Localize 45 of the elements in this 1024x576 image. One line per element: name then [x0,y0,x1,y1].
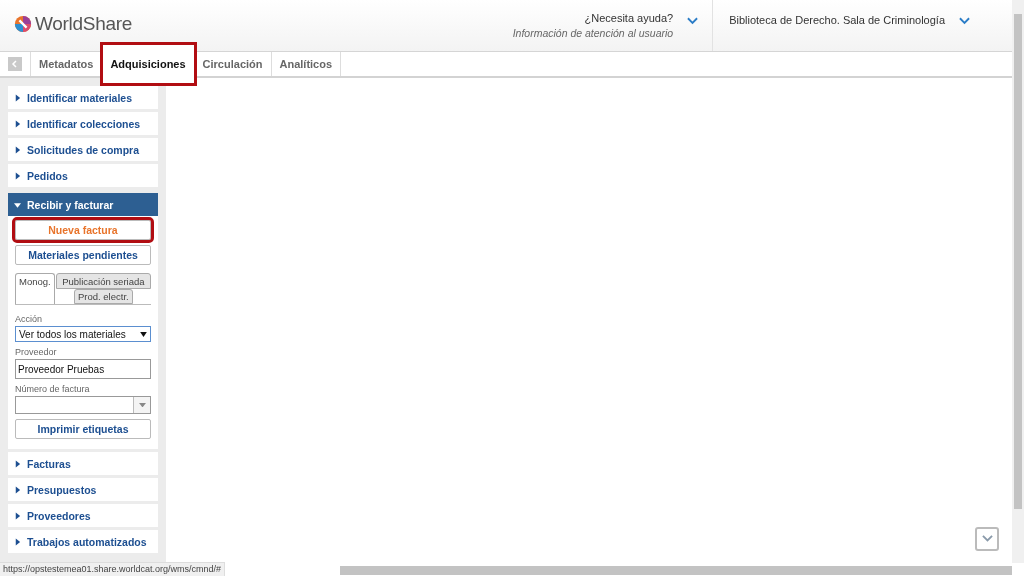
triangle-right-icon [14,145,21,154]
collapse-icon[interactable] [8,57,22,71]
print-labels-button[interactable]: Imprimir etiquetas [15,419,151,439]
institution-name[interactable]: Biblioteca de Derecho. Sala de Criminología [729,14,945,26]
field-label: Número de factura [15,383,91,395]
accordion-header[interactable]: Proveedores [8,504,158,527]
triangle-right-icon [14,119,21,128]
chevron-down-icon[interactable] [687,17,699,25]
vertical-scrollbar[interactable] [1012,0,1024,563]
tab[interactable]: Adquisiciones [102,44,195,84]
field-label: Acción [15,313,43,325]
chevron-down-icon[interactable] [959,17,970,25]
accordion-header[interactable]: Facturas [8,452,158,475]
accordion-header[interactable]: Pedidos [8,164,158,187]
help-subtitle: Información de atención al usuario [512,27,674,39]
chevron-down-icon [981,535,993,543]
triangle-right-icon [14,485,21,494]
logo-text: WorldShare [35,12,132,35]
help-link[interactable]: ¿Necesita ayuda? [584,12,674,24]
accordion-header[interactable]: Identificar colecciones [8,112,158,135]
tab[interactable]: Prod. electr. [74,289,133,304]
triangle-right-icon [14,93,21,102]
triangle-right-icon [14,459,21,468]
triangle-down-icon [14,200,21,209]
accordion-header[interactable]: Trabajos automatizados [8,530,158,553]
dropdown-arrow-icon [138,402,146,408]
tab[interactable]: Publicación seriada [55,273,151,289]
invoice-number-combobox[interactable] [15,396,151,414]
horizontal-scrollbar[interactable] [340,566,1012,575]
status-bar-url: https://opstestemea01.share.worldcat.org/wms/cmnd/# [0,562,226,576]
accordion-header[interactable]: Recibir y facturar [8,193,158,216]
panel-button[interactable]: Materiales pendientes [15,245,151,265]
vendor-field[interactable]: Proveedor Pruebas [15,359,151,379]
field-label: Proveedor [15,346,58,358]
triangle-right-icon [14,171,21,180]
accordion-header[interactable]: Identificar materiales [8,86,158,109]
triangle-right-icon [14,511,21,520]
globe-logo-icon [14,14,32,33]
action-dropdown[interactable]: Ver todos los materiales [15,326,151,342]
dropdown-arrow-icon [140,331,147,337]
accordion-header[interactable]: Solicitudes de compra [8,138,158,161]
triangle-right-icon [14,537,21,546]
accordion-header[interactable]: Presupuestos [8,478,158,501]
tab[interactable]: Monog. [15,273,55,304]
scroll-down-button[interactable] [975,527,999,551]
